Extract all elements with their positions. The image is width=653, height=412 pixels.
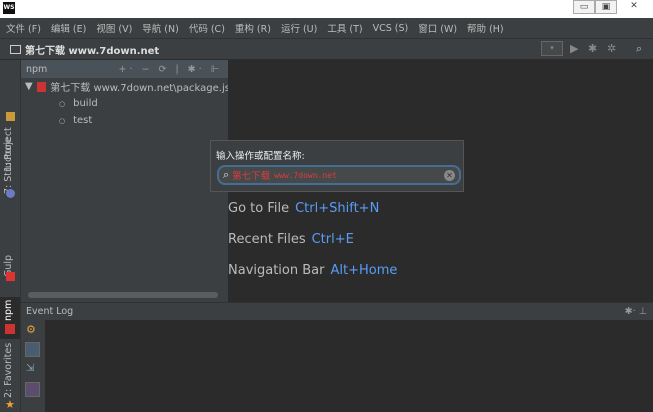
event-log-title: Event Log — [26, 306, 74, 317]
app-logo: WS — [3, 2, 15, 14]
bullet-icon: ○ — [59, 99, 66, 108]
search-value-cn: 第七下载 — [232, 171, 271, 182]
npm-tab-active[interactable]: npm — [0, 297, 20, 339]
search-everywhere-icon[interactable]: ⌕ — [636, 42, 642, 56]
tab-structure[interactable]: 7: Structure — [3, 138, 14, 194]
script-item[interactable]: ○ build — [21, 95, 228, 112]
search-value-url: www.7down.net — [274, 170, 337, 180]
project-icon — [6, 112, 15, 121]
menu-view[interactable]: 视图 (V) — [96, 21, 132, 35]
npm-panel-title: npm — [26, 63, 48, 75]
run-config-dropdown[interactable]: ▾ — [541, 41, 563, 56]
gulp-icon — [6, 272, 15, 281]
tab-favorites[interactable]: 2: Favorites — [3, 343, 14, 398]
script-label: build — [73, 98, 98, 109]
horizontal-scrollbar[interactable] — [28, 292, 218, 298]
action-search-input[interactable]: ⌕ 第七下载 www.7down.net ✕ — [217, 165, 461, 185]
balloon-icon[interactable] — [25, 342, 40, 357]
hint-go-to-file: Go to File Ctrl+Shift+N — [228, 201, 380, 216]
tool-window-stripe: 1: Project 7: Structure Gulp npm 2: Favo… — [0, 60, 21, 412]
event-log-settings[interactable]: ✱· ⊥ — [625, 306, 647, 317]
popup-label: 输入操作或配置名称: — [216, 151, 305, 162]
maximize-button[interactable]: ▣ — [595, 0, 617, 14]
package-icon — [36, 81, 47, 92]
menu-refactor[interactable]: 重构 (R) — [235, 21, 271, 35]
package-json-label: 第七下载 www.7down.net\package.jso — [50, 83, 228, 94]
structure-icon — [6, 189, 15, 198]
hint-navigation-bar: Navigation Bar Alt+Home — [228, 263, 398, 278]
coverage-icon[interactable]: ✲ — [607, 42, 616, 55]
menu-navigate[interactable]: 导航 (N) — [142, 21, 179, 35]
tree-root[interactable]: ▼ 第七下载 www.7down.net\package.jso — [21, 78, 228, 95]
npm-toolbar[interactable]: +· − ⟳ | ✱· ⊩ — [119, 64, 222, 75]
menu-vcs[interactable]: VCS (S) — [373, 23, 409, 34]
script-label: test — [73, 115, 93, 126]
menu-tools[interactable]: 工具 (T) — [327, 21, 362, 35]
bullet-icon: ○ — [59, 116, 66, 125]
expand-icon[interactable]: ⇲ — [26, 363, 34, 374]
menu-code[interactable]: 代码 (C) — [189, 21, 225, 35]
settings-icon[interactable]: ⚙ — [26, 323, 36, 336]
expand-arrow-icon[interactable]: ▼ — [25, 81, 33, 92]
search-icon: ⌕ — [223, 168, 230, 181]
minimize-button[interactable]: ▭ — [573, 0, 595, 14]
menu-edit[interactable]: 编辑 (E) — [51, 21, 86, 35]
menu-help[interactable]: 帮助 (H) — [467, 21, 504, 35]
title-bar: WS ▭ ▣ ✕ — [0, 0, 653, 18]
menu-window[interactable]: 窗口 (W) — [418, 21, 457, 35]
menu-bar: 文件 (F) 编辑 (E) 视图 (V) 导航 (N) 代码 (C) 重构 (R… — [0, 18, 653, 38]
run-anything-popup: 输入操作或配置名称: ⌕ 第七下载 www.7down.net ✕ — [210, 140, 464, 192]
script-item[interactable]: ○ test — [21, 112, 228, 129]
npm-panel-header: npm +· − ⟳ | ✱· ⊩ — [21, 60, 228, 78]
event-log-toolbar: ⚙ ⇲ — [21, 320, 45, 412]
close-button[interactable]: ✕ — [617, 0, 651, 14]
pin-icon[interactable] — [25, 382, 40, 397]
npm-icon — [5, 324, 15, 334]
run-icon[interactable]: ▶ — [570, 42, 578, 55]
tab-npm-label: npm — [3, 299, 14, 321]
star-icon: ★ — [5, 398, 15, 411]
clear-icon[interactable]: ✕ — [444, 170, 455, 181]
npm-panel: npm +· − ⟳ | ✱· ⊩ ▼ 第七下载 www.7down.net\p… — [21, 60, 228, 302]
breadcrumb-project[interactable]: 第七下载 www.7down.net — [25, 42, 159, 57]
menu-file[interactable]: 文件 (F) — [6, 21, 41, 35]
menu-run[interactable]: 运行 (U) — [281, 21, 317, 35]
hint-recent-files: Recent Files Ctrl+E — [228, 232, 354, 247]
event-log-header: Event Log ✱· ⊥ — [21, 302, 653, 320]
folder-icon — [10, 44, 21, 54]
debug-icon[interactable]: ✱ — [588, 42, 597, 55]
